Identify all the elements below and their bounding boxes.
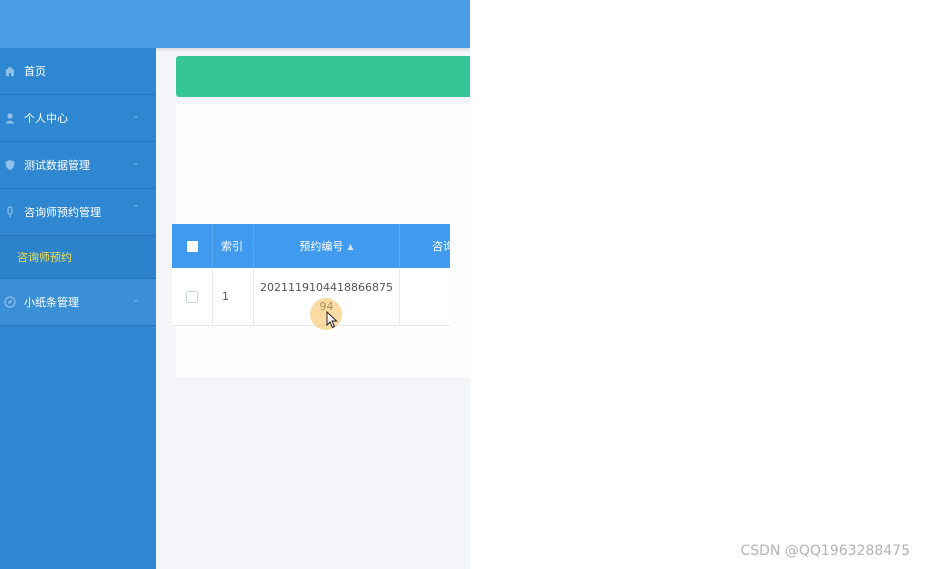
column-header-booking-code[interactable]: 预约编号 ▲ [254, 224, 400, 268]
row-checkbox[interactable] [172, 268, 213, 325]
sidebar-item-home[interactable]: 首页 [0, 48, 156, 95]
sidebar-item-label: 咨询师预约管理 [24, 206, 101, 219]
sidebar-item-counselor-booking[interactable]: 咨询师预约管理 ⌃ [0, 189, 156, 236]
chevron-down-icon: ⌄ [131, 294, 140, 305]
checkbox-icon [186, 290, 198, 303]
chevron-down-icon: ⌄ [131, 157, 140, 168]
home-icon [4, 65, 16, 77]
chevron-up-icon: ⌃ [131, 204, 140, 215]
watermark: CSDN @QQ1963288475 [740, 543, 910, 559]
select-all-checkbox[interactable] [172, 224, 213, 268]
main-content: 索引 预约编号 ▲ 咨询 1 2021119104418866875 94 [156, 48, 470, 569]
sidebar-item-label: 测试数据管理 [24, 159, 90, 172]
cell-counselor [400, 268, 450, 325]
mouse-cursor-icon [326, 310, 338, 333]
sidebar-item-label: 小纸条管理 [24, 296, 79, 309]
sidebar-subitem-label: 咨询师预约 [17, 251, 72, 264]
checkbox-icon [186, 240, 198, 252]
sidebar-item-label: 首页 [24, 65, 46, 78]
sidebar-item-personal-center[interactable]: 个人中心 ⌄ [0, 95, 156, 142]
app-window: 首页 个人中心 ⌄ 测试数据管理 ⌄ 咨询师预约管理 ⌃ 咨询师预约 小纸条管理… [0, 0, 470, 569]
sort-icon[interactable]: ▲ [347, 242, 353, 251]
sidebar-item-notes[interactable]: 小纸条管理 ⌄ [0, 279, 156, 326]
sidebar-item-label: 个人中心 [24, 112, 68, 125]
column-header-counselor: 咨询 [432, 240, 450, 253]
sidebar: 首页 个人中心 ⌄ 测试数据管理 ⌄ 咨询师预约管理 ⌃ 咨询师预约 小纸条管理… [0, 48, 156, 569]
column-header-index: 索引 [213, 224, 254, 268]
compass-icon [4, 296, 16, 308]
sidebar-item-test-data[interactable]: 测试数据管理 ⌄ [0, 142, 156, 189]
cell-index: 1 [213, 268, 254, 325]
table-header: 索引 预约编号 ▲ 咨询 [172, 224, 450, 268]
chevron-down-icon: ⌄ [131, 110, 140, 121]
shield-icon [4, 159, 16, 171]
page-banner [176, 56, 470, 97]
microphone-icon [4, 206, 16, 218]
user-icon [4, 112, 16, 124]
sidebar-subitem-counselor-booking[interactable]: 咨询师预约 [0, 236, 156, 279]
top-navbar [0, 0, 470, 48]
